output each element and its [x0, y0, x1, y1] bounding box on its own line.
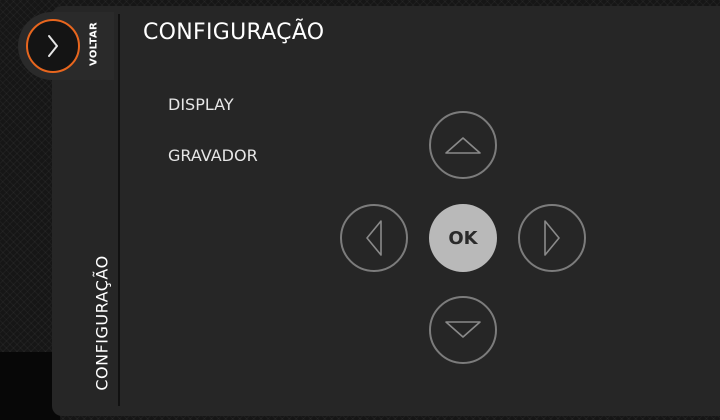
rail-divider	[118, 14, 120, 406]
ok-button[interactable]: OK	[429, 204, 497, 272]
triangle-left-icon	[362, 218, 386, 258]
triangle-down-icon	[443, 318, 483, 342]
dpad-up-button[interactable]	[429, 111, 497, 179]
menu-item-gravador[interactable]: GRAVADOR	[168, 146, 258, 165]
triangle-up-icon	[443, 133, 483, 157]
dpad-right-button[interactable]	[518, 204, 586, 272]
dpad-left-button[interactable]	[340, 204, 408, 272]
section-label: CONFIGURAÇÃO	[92, 255, 112, 391]
chevron-right-icon	[42, 33, 64, 59]
page-title: CONFIGURAÇÃO	[143, 20, 325, 45]
background-strip	[0, 352, 60, 420]
triangle-right-icon	[540, 218, 564, 258]
back-label[interactable]: VOLTAR	[89, 22, 100, 66]
back-button[interactable]	[26, 19, 80, 73]
ok-label: OK	[448, 227, 478, 249]
dpad-down-button[interactable]	[429, 296, 497, 364]
menu-item-display[interactable]: DISPLAY	[168, 95, 234, 114]
